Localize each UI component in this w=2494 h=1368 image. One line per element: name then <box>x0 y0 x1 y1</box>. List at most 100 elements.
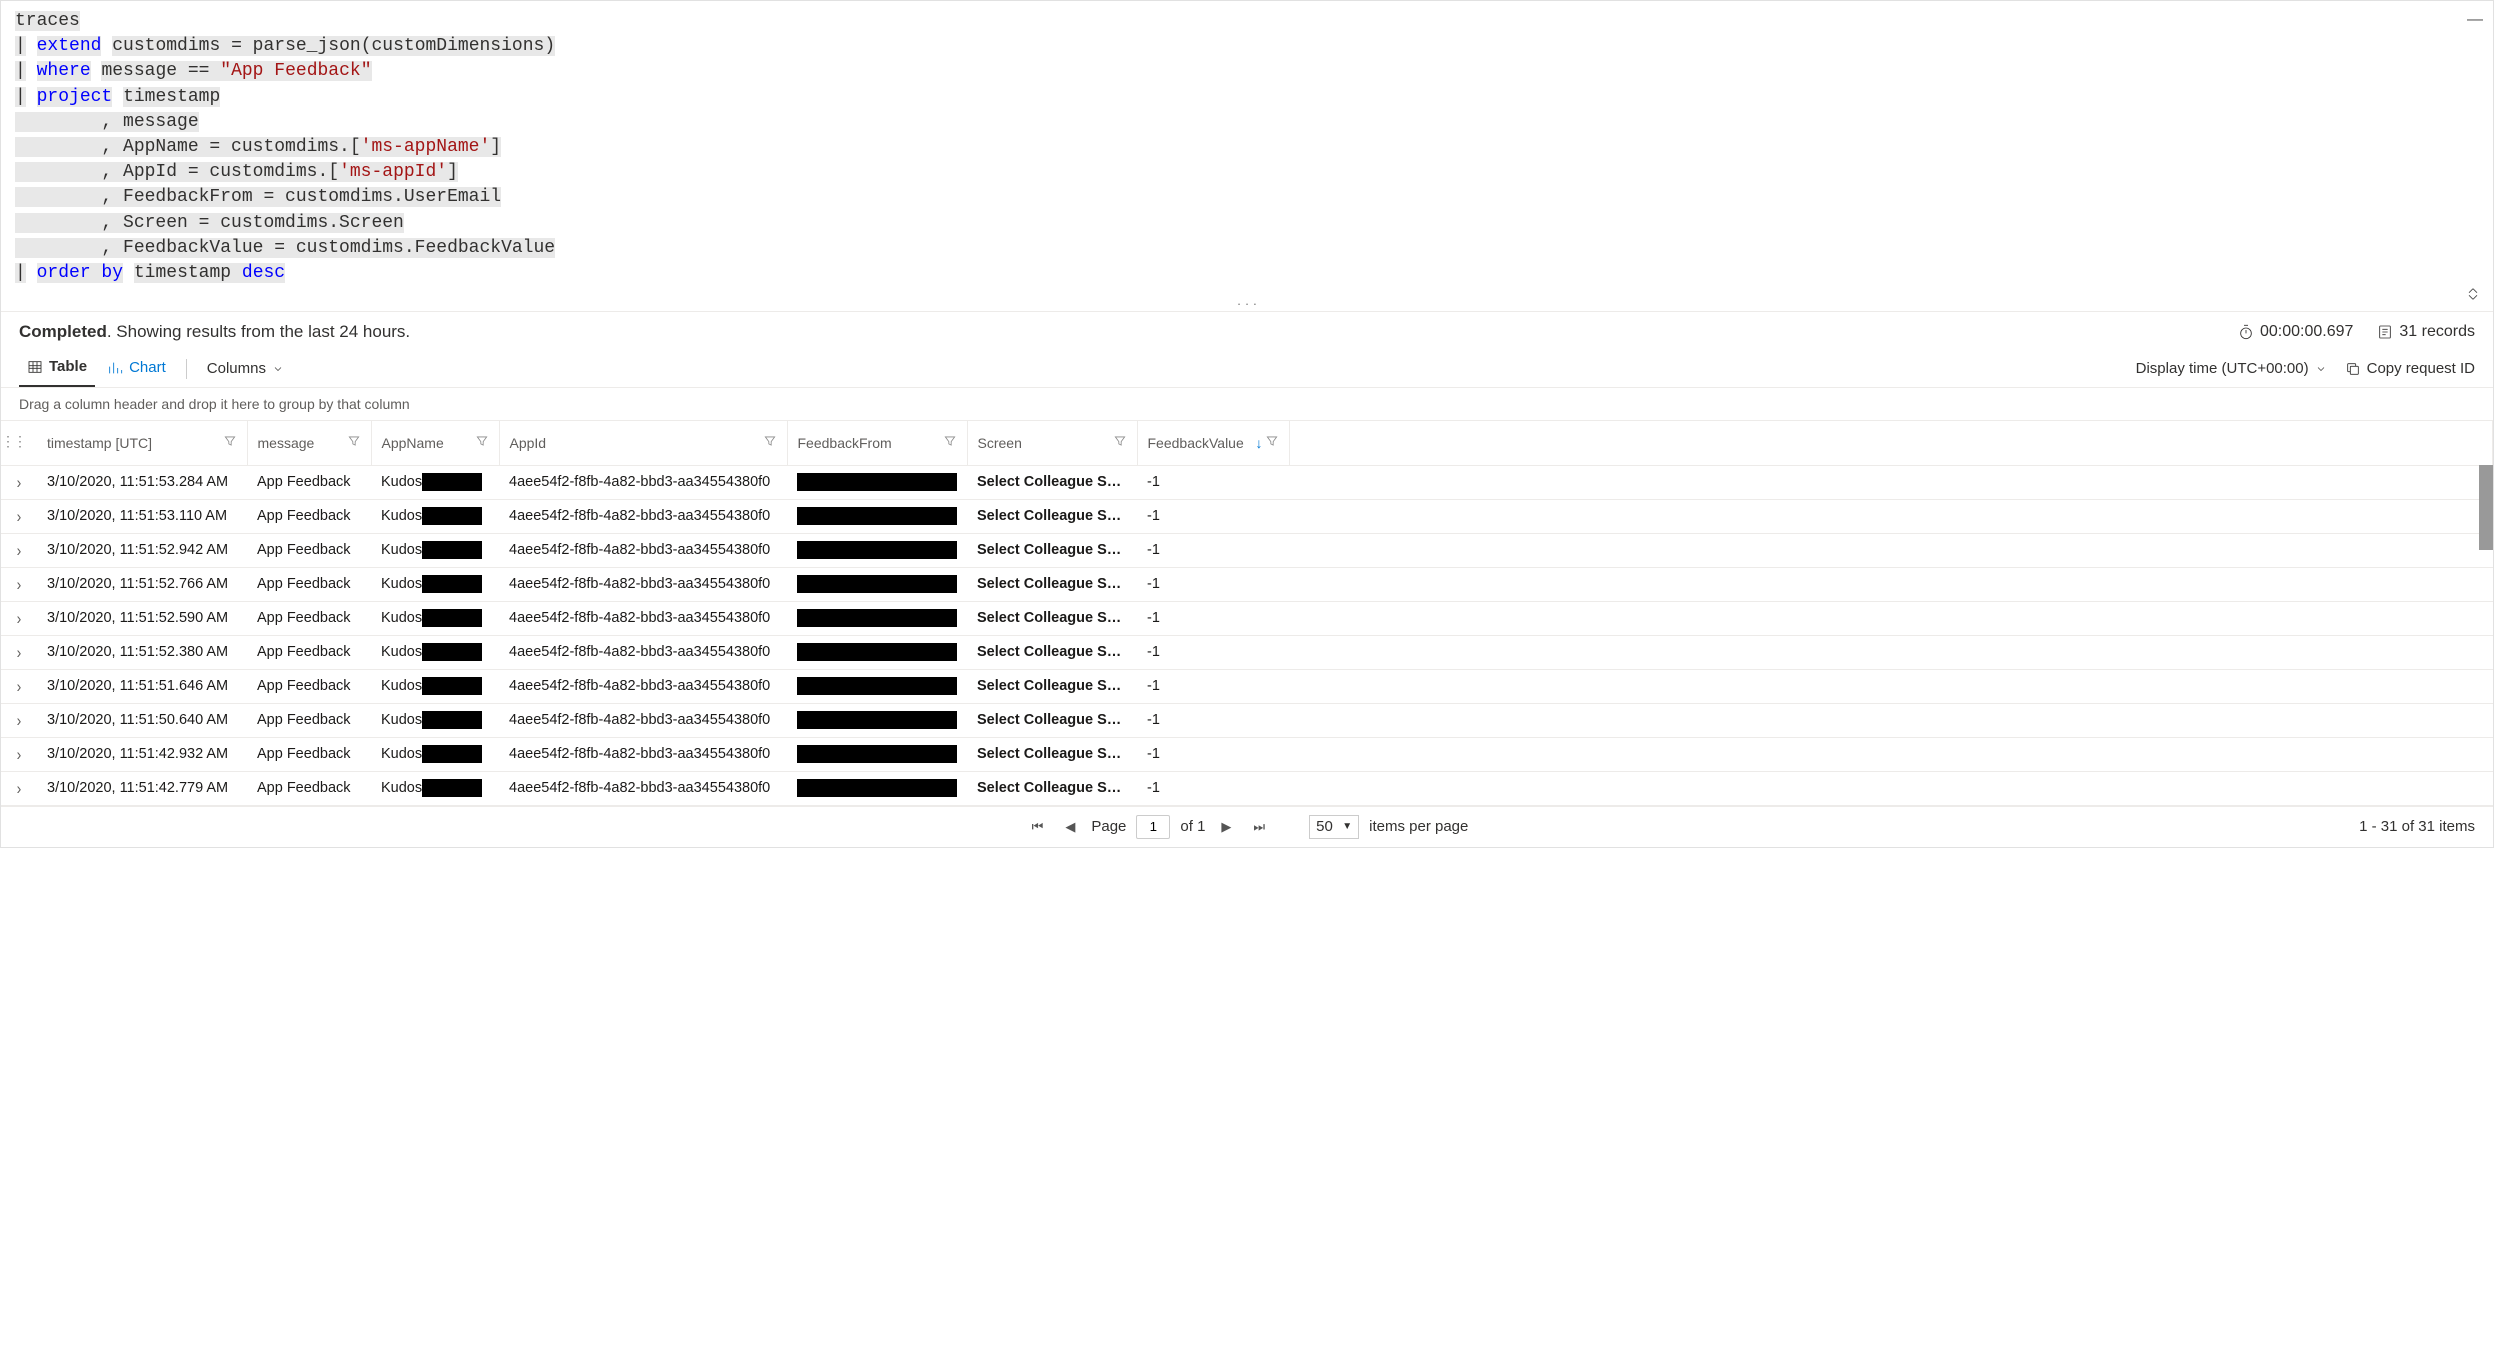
tab-separator <box>186 359 187 379</box>
filter-icon[interactable] <box>1265 434 1279 448</box>
tab-table[interactable]: Table <box>19 350 95 387</box>
column-header-screen[interactable]: Screen <box>967 421 1137 465</box>
filter-icon[interactable] <box>763 434 777 448</box>
cell-feedbackvalue: -1 <box>1137 703 1289 737</box>
expander-icon[interactable]: › <box>17 676 22 695</box>
cell-appid: 4aee54f2-f8fb-4a82-bbd3-aa34554380f0 <box>499 669 787 703</box>
redacted-block <box>797 575 957 593</box>
display-time-dropdown[interactable]: Display time (UTC+00:00) <box>2136 360 2327 377</box>
table-row[interactable]: ›3/10/2020, 11:51:53.110 AMApp FeedbackK… <box>1 499 2493 533</box>
editor-minimize-icon[interactable]: — <box>2467 11 2483 29</box>
expander-icon[interactable]: › <box>17 506 22 525</box>
tab-chart[interactable]: Chart <box>99 351 174 386</box>
pager-prev[interactable]: ◀ <box>1059 819 1081 835</box>
column-header-appid[interactable]: AppId <box>499 421 787 465</box>
table-row[interactable]: ›3/10/2020, 11:51:51.646 AMApp FeedbackK… <box>1 669 2493 703</box>
pager-next[interactable]: ▶ <box>1215 819 1237 835</box>
filter-icon[interactable] <box>223 434 237 448</box>
cell-appname: Kudos <box>371 703 499 737</box>
cell-appid: 4aee54f2-f8fb-4a82-bbd3-aa34554380f0 <box>499 567 787 601</box>
column-header-feedbackvalue[interactable]: FeedbackValue↓ <box>1137 421 1289 465</box>
cell-timestamp: 3/10/2020, 11:51:50.640 AM <box>37 703 247 737</box>
redacted-block <box>797 473 957 491</box>
cell-feedbackvalue: -1 <box>1137 737 1289 771</box>
redacted-block <box>422 507 482 525</box>
copy-request-id-button[interactable]: Copy request ID <box>2345 360 2475 377</box>
cell-timestamp: 3/10/2020, 11:51:42.779 AM <box>37 771 247 805</box>
cell-feedbackfrom <box>787 771 967 805</box>
expander-icon[interactable]: › <box>17 642 22 661</box>
table-row[interactable]: ›3/10/2020, 11:51:53.284 AMApp FeedbackK… <box>1 465 2493 499</box>
cell-timestamp: 3/10/2020, 11:51:53.284 AM <box>37 465 247 499</box>
expander-icon[interactable]: › <box>17 710 22 729</box>
expander-icon[interactable]: › <box>17 472 22 491</box>
cell-message: App Feedback <box>247 669 371 703</box>
cell-timestamp: 3/10/2020, 11:51:52.766 AM <box>37 567 247 601</box>
column-header-feedbackfrom[interactable]: FeedbackFrom <box>787 421 967 465</box>
table-row[interactable]: ›3/10/2020, 11:51:52.380 AMApp FeedbackK… <box>1 635 2493 669</box>
redacted-block <box>422 745 482 763</box>
column-header-message[interactable]: message <box>247 421 371 465</box>
pager-page-input[interactable] <box>1136 815 1170 839</box>
cell-feedbackfrom <box>787 499 967 533</box>
query-duration: 00:00:00.697 <box>2238 323 2353 341</box>
cell-appid: 4aee54f2-f8fb-4a82-bbd3-aa34554380f0 <box>499 703 787 737</box>
table-row[interactable]: ›3/10/2020, 11:51:52.942 AMApp FeedbackK… <box>1 533 2493 567</box>
filter-icon[interactable] <box>1113 434 1127 448</box>
redacted-block <box>797 677 957 695</box>
table-row[interactable]: ›3/10/2020, 11:51:50.640 AMApp FeedbackK… <box>1 703 2493 737</box>
table-row[interactable]: ›3/10/2020, 11:51:42.932 AMApp FeedbackK… <box>1 737 2493 771</box>
query-editor[interactable]: traces | extend customdims = parse_json(… <box>1 1 2493 316</box>
pager-size-select[interactable]: 50▼ <box>1309 815 1359 839</box>
expander-icon[interactable]: › <box>17 744 22 763</box>
pager-summary: 1 - 31 of 31 items <box>2359 818 2475 835</box>
cell-screen: Select Colleague Screen <box>967 703 1137 737</box>
pager-page-label: Page <box>1091 818 1126 835</box>
cell-screen: Select Colleague Screen <box>967 601 1137 635</box>
cell-appname: Kudos <box>371 533 499 567</box>
column-header-appname[interactable]: AppName <box>371 421 499 465</box>
filter-icon[interactable] <box>943 434 957 448</box>
cell-screen: Select Colleague Screen <box>967 669 1137 703</box>
filter-icon[interactable] <box>347 434 361 448</box>
sort-arrow-icon: ↓ <box>1256 435 1263 451</box>
cell-screen: Select Colleague Screen <box>967 635 1137 669</box>
expander-icon[interactable]: › <box>17 608 22 627</box>
redacted-block <box>422 643 482 661</box>
cell-timestamp: 3/10/2020, 11:51:51.646 AM <box>37 669 247 703</box>
table-row[interactable]: ›3/10/2020, 11:51:42.779 AMApp FeedbackK… <box>1 771 2493 805</box>
expander-icon[interactable]: › <box>17 778 22 797</box>
filter-icon[interactable] <box>475 434 489 448</box>
pager-first[interactable]: ⏮ <box>1026 819 1050 835</box>
scrollbar-thumb[interactable] <box>2479 465 2493 550</box>
columns-button[interactable]: Columns <box>199 352 292 385</box>
chevron-down-icon <box>272 363 284 375</box>
table-row[interactable]: ›3/10/2020, 11:51:52.590 AMApp FeedbackK… <box>1 601 2493 635</box>
pager-last[interactable]: ⏭ <box>1247 819 1271 835</box>
editor-expand-icon[interactable] <box>2465 286 2481 307</box>
cell-timestamp: 3/10/2020, 11:51:52.590 AM <box>37 601 247 635</box>
cell-appname: Kudos <box>371 601 499 635</box>
cell-message: App Feedback <box>247 771 371 805</box>
status-text: Completed. Showing results from the last… <box>19 322 410 342</box>
expander-icon[interactable]: › <box>17 574 22 593</box>
expander-icon[interactable]: › <box>17 540 22 559</box>
cell-appid: 4aee54f2-f8fb-4a82-bbd3-aa34554380f0 <box>499 601 787 635</box>
table-row[interactable]: ›3/10/2020, 11:51:52.766 AMApp FeedbackK… <box>1 567 2493 601</box>
pager: ⏮ ◀ Page of 1 ▶ ⏭ 50▼ items per page 1 -… <box>1 807 2493 847</box>
cell-screen: Select Colleague Screen <box>967 771 1137 805</box>
record-count: 31 records <box>2377 323 2475 341</box>
group-by-dropzone[interactable]: Drag a column header and drop it here to… <box>1 387 2493 421</box>
cell-appid: 4aee54f2-f8fb-4a82-bbd3-aa34554380f0 <box>499 465 787 499</box>
cell-timestamp: 3/10/2020, 11:51:42.932 AM <box>37 737 247 771</box>
column-header-timestamp--utc-[interactable]: timestamp [UTC] <box>37 421 247 465</box>
cell-feedbackvalue: -1 <box>1137 533 1289 567</box>
cell-feedbackfrom <box>787 703 967 737</box>
cell-feedbackfrom <box>787 567 967 601</box>
stopwatch-icon <box>2238 324 2254 340</box>
cell-appname: Kudos <box>371 635 499 669</box>
records-icon <box>2377 324 2393 340</box>
redacted-block <box>797 745 957 763</box>
cell-appname: Kudos <box>371 567 499 601</box>
cell-feedbackfrom <box>787 737 967 771</box>
